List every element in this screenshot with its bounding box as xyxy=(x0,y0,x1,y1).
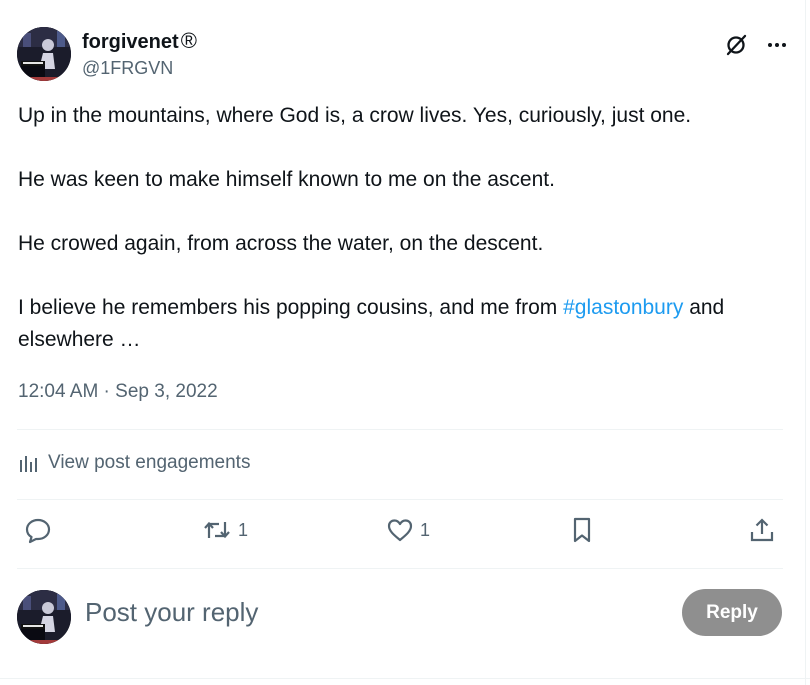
divider xyxy=(17,568,783,569)
post-action-bar: 1 1 xyxy=(24,516,776,548)
current-user-avatar[interactable] xyxy=(17,590,71,644)
registered-mark: ® xyxy=(180,28,197,53)
share-icon xyxy=(750,518,774,542)
repost-action[interactable]: 1 xyxy=(202,516,248,544)
view-engagements-label: View post engagements xyxy=(48,452,251,473)
repost-count: 1 xyxy=(238,519,249,540)
timestamp-separator: · xyxy=(98,381,116,402)
reply-bubble-icon xyxy=(25,518,51,544)
reply-input[interactable] xyxy=(85,597,525,628)
frame-border-right xyxy=(805,0,806,685)
post-text-segment: I believe he remembers his popping cousi… xyxy=(18,296,564,319)
divider xyxy=(17,499,783,500)
bookmark-action[interactable] xyxy=(568,516,596,544)
post-date[interactable]: Sep 3, 2022 xyxy=(115,381,217,402)
frame-border-bottom xyxy=(0,678,810,679)
reply-button[interactable]: Reply xyxy=(682,589,782,636)
analytics-bars-icon xyxy=(20,456,37,472)
divider xyxy=(17,429,783,430)
author-handle[interactable]: @1FRGVN xyxy=(82,56,197,80)
author-avatar[interactable] xyxy=(17,27,71,81)
reply-composer: Reply xyxy=(17,588,782,644)
post-paragraph: He was keen to make himself known to me … xyxy=(18,168,555,191)
view-engagements-link[interactable]: View post engagements xyxy=(18,452,250,474)
post-timestamp: 12:04 AM · Sep 3, 2022 xyxy=(18,380,218,404)
post-body: Up in the mountains, where God is, a cro… xyxy=(18,100,788,356)
like-count: 1 xyxy=(420,519,431,540)
post-paragraph: He crowed again, from across the water, … xyxy=(18,232,544,255)
share-action[interactable] xyxy=(748,516,776,544)
post-paragraph: Up in the mountains, where God is, a cro… xyxy=(18,104,692,127)
reply-action[interactable] xyxy=(24,516,58,544)
grok-icon[interactable] xyxy=(724,33,748,57)
repost-icon xyxy=(204,521,230,539)
hashtag-link[interactable]: #glastonbury xyxy=(563,296,683,319)
post-header: forgivenet® @1FRGVN xyxy=(17,27,788,83)
author-display-name[interactable]: forgivenet® xyxy=(82,29,197,54)
bookmark-icon xyxy=(573,517,591,543)
heart-icon xyxy=(387,519,413,542)
like-action[interactable]: 1 xyxy=(386,516,430,544)
post-time[interactable]: 12:04 AM xyxy=(18,381,98,402)
more-dots-icon[interactable] xyxy=(766,34,788,56)
post-paragraph: I believe he remembers his popping cousi… xyxy=(18,292,788,356)
